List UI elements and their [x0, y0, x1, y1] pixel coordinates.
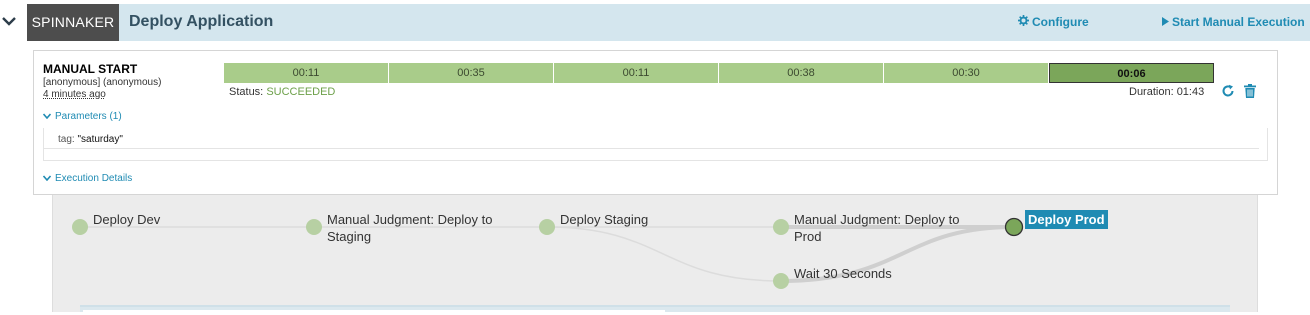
execution-duration: Duration: 01:43: [1129, 86, 1205, 98]
parameters-panel: tag: "saturday": [43, 128, 1268, 161]
divider: [44, 148, 1259, 149]
stage-segment-active[interactable]: 00:06: [1049, 63, 1214, 83]
stage-node[interactable]: [306, 219, 322, 235]
stage-segment[interactable]: 00:38: [719, 63, 884, 83]
stage-node-active[interactable]: [1004, 217, 1024, 237]
stage-node[interactable]: [773, 273, 789, 289]
stage-details-panel: [80, 305, 1230, 315]
trigger-time: 4 minutes ago: [43, 89, 106, 100]
execution-details-label: Execution Details: [55, 173, 133, 184]
stage-segment[interactable]: 00:11: [224, 63, 389, 83]
stage-node[interactable]: [72, 219, 88, 235]
pipeline-title: Deploy Application: [129, 13, 274, 30]
execution-details-toggle[interactable]: Execution Details: [42, 173, 133, 184]
stage-timeline: 00:11 00:35 00:11 00:38 00:30 00:06: [224, 63, 1214, 83]
stage-label-manual-judgment-staging[interactable]: Manual Judgment: Deploy to Staging: [327, 211, 512, 245]
parameter-row: tag: "saturday": [58, 134, 123, 145]
parameter-key: tag:: [58, 134, 75, 145]
chevron-down-icon[interactable]: [2, 14, 16, 28]
trigger-title: MANUAL START: [43, 62, 138, 76]
stage-label-deploy-staging[interactable]: Deploy Staging: [560, 211, 648, 228]
stage-details-tab[interactable]: [83, 310, 665, 315]
trash-icon[interactable]: [1244, 84, 1256, 98]
chevron-down-icon: [42, 175, 52, 182]
parameters-toggle[interactable]: Parameters (1): [42, 111, 122, 122]
stage-segment[interactable]: 00:11: [554, 63, 719, 83]
trigger-user: [anonymous] (anonymous): [43, 77, 162, 88]
parameters-toggle-label: Parameters (1): [55, 111, 122, 122]
gear-icon: [1018, 15, 1029, 26]
pipeline-header: SPINNAKER Deploy Application Configure S…: [0, 0, 1310, 42]
status-label: Status:: [229, 86, 264, 98]
app-badge: SPINNAKER: [27, 4, 119, 41]
execution-card: MANUAL START [anonymous] (anonymous) 4 m…: [33, 50, 1278, 195]
configure-button[interactable]: Configure: [1018, 15, 1089, 29]
stage-label-manual-judgment-prod[interactable]: Manual Judgment: Deploy to Prod: [794, 211, 979, 245]
status-value: SUCCEEDED: [266, 86, 336, 98]
stage-segment[interactable]: 00:35: [389, 63, 554, 83]
parameter-value: "saturday": [77, 134, 123, 145]
execution-status: Status: SUCCEEDED: [229, 86, 335, 98]
pipeline-graph: Deploy Dev Manual Judgment: Deploy to St…: [52, 195, 1258, 312]
stage-node[interactable]: [539, 219, 555, 235]
stage-label-wait[interactable]: Wait 30 Seconds: [794, 265, 892, 282]
stage-segment[interactable]: 00:30: [884, 63, 1049, 83]
play-icon: [1162, 17, 1169, 26]
start-manual-execution-label: Start Manual Execution: [1172, 15, 1305, 29]
stage-label-deploy-dev[interactable]: Deploy Dev: [93, 211, 160, 228]
chevron-down-icon: [42, 113, 52, 120]
configure-label: Configure: [1032, 15, 1089, 29]
stage-node[interactable]: [773, 219, 789, 235]
refresh-icon[interactable]: [1221, 84, 1235, 98]
start-manual-execution-button[interactable]: Start Manual Execution: [1162, 15, 1305, 29]
stage-label-deploy-prod[interactable]: Deploy Prod: [1025, 210, 1108, 229]
